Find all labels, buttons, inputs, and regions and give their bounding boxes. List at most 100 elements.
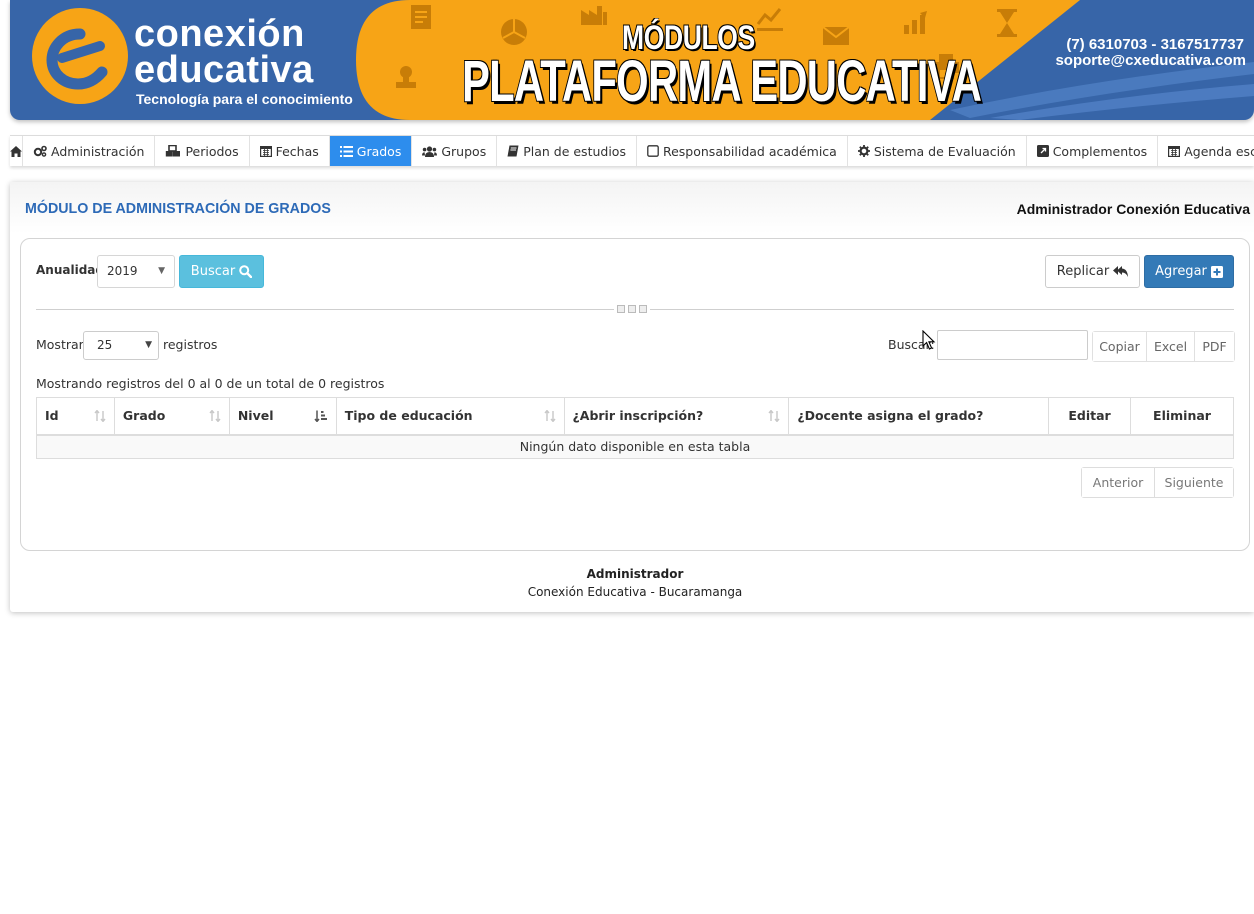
column-header-editar: Editar (1048, 397, 1131, 436)
nav-item-responsabilidad-academica[interactable]: Responsabilidad académica (637, 136, 848, 166)
brand-tagline: Tecnología para el conocimiento (136, 91, 353, 107)
plus-square-icon (1210, 265, 1223, 278)
agregar-label: Agregar (1155, 264, 1207, 279)
grados-table: Id Grado Nivel Tipo de educación ¿Abrir … (36, 397, 1235, 459)
logo-e-icon (46, 28, 108, 90)
caret-down-icon: ▼ (158, 266, 165, 276)
footer-subtitle: Conexión Educativa - Bucaramanga (527, 585, 743, 599)
book-icon (507, 145, 519, 157)
sort-icon (209, 410, 221, 422)
footer-title: Administrador (586, 567, 684, 581)
table-header-row: Id Grado Nivel Tipo de educación ¿Abrir … (36, 397, 1235, 436)
nav-item-label: Agenda escolar (1184, 143, 1254, 159)
nav-item-plan-de-estudios[interactable]: Plan de estudios (497, 136, 637, 166)
empty-table-message: Ningún dato disponible en esta tabla (36, 434, 1234, 459)
column-header-label: Nivel (237, 408, 274, 424)
mouse-cursor-icon (922, 330, 936, 350)
main-nav: Administración Periodos Fechas Grados Gr… (10, 135, 1254, 166)
mostrar-label: Mostrar (36, 337, 84, 352)
sort-icon (94, 410, 106, 422)
nav-item-label: Sistema de Evaluación (873, 143, 1016, 159)
square-icon (647, 145, 659, 157)
column-header-nivel[interactable]: Nivel (228, 397, 337, 436)
divider-dot (628, 305, 636, 313)
nav-item-label: Responsabilidad académica (662, 143, 837, 159)
nav-item-sistema-de-evaluacion[interactable]: Sistema de Evaluación (848, 136, 1027, 166)
search-input[interactable] (937, 330, 1088, 360)
divider-ornament (614, 305, 650, 314)
buscar-button[interactable]: Buscar (179, 255, 264, 288)
nav-item-agenda-escolar[interactable]: Agenda escolar (1158, 136, 1254, 166)
caret-down-icon: ▼ (145, 340, 152, 350)
copy-button[interactable]: Copiar (1093, 332, 1147, 361)
main-panel: MÓDULO DE ADMINISTRACIÓN DE GRADOS Admin… (10, 182, 1254, 612)
panel-header: MÓDULO DE ADMINISTRACIÓN DE GRADOS Admin… (10, 182, 1254, 234)
hourglass-icon (997, 9, 1017, 37)
factory-icon (581, 6, 607, 25)
nav-item-complementos[interactable]: Complementos (1027, 136, 1159, 166)
table-info: Mostrando registros del 0 al 0 de un tot… (36, 376, 385, 391)
grados-card: Anualidad 2019 ▼ Buscar Replicar Agregar… (20, 238, 1250, 551)
export-button-group: Copiar Excel PDF (1092, 331, 1235, 362)
column-header-label: ¿Abrir inscripción? (572, 408, 704, 424)
column-header-label: Id (45, 408, 59, 424)
search-icon (239, 265, 253, 278)
contact-phone: (7) 6310703 - 3167517737 (1066, 36, 1244, 53)
replicar-button[interactable]: Replicar (1045, 255, 1140, 288)
excel-button[interactable]: Excel (1147, 332, 1195, 361)
home-icon (10, 145, 22, 157)
nav-item-fechas[interactable]: Fechas (250, 136, 330, 166)
anualidad-select[interactable]: 2019 ▼ (97, 255, 175, 288)
column-header-label: Eliminar (1153, 408, 1211, 424)
nav-item-label: Fechas (275, 143, 319, 159)
buscar-label: Buscar (190, 264, 236, 279)
nav-item-administracion[interactable]: Administración (23, 136, 156, 166)
sort-icon (768, 410, 780, 422)
column-header-abrir-inscripcion[interactable]: ¿Abrir inscripción? (563, 397, 790, 436)
nav-item-label: Periodos (185, 143, 239, 159)
nav-item-label: Administración (51, 143, 145, 159)
gear-icon (857, 145, 870, 157)
users-icon (422, 145, 438, 157)
nav-item-label: Complementos (1052, 143, 1148, 159)
column-header-id[interactable]: Id (36, 397, 115, 436)
banner-plataforma-title: PLATAFORMA EDUCATIVA (462, 49, 982, 114)
cogs-icon (33, 145, 47, 157)
sort-asc-icon (314, 410, 327, 422)
nav-item-grados[interactable]: Grados (329, 136, 413, 166)
brand-name-line2: educativa (134, 49, 314, 91)
nav-item-home[interactable] (10, 136, 23, 166)
nav-item-label: Grupos (441, 143, 487, 159)
column-header-label: Tipo de educación (344, 408, 473, 424)
external-icon (1036, 145, 1049, 157)
agregar-button[interactable]: Agregar (1144, 255, 1234, 288)
column-header-docente-asigna[interactable]: ¿Docente asigna el grado? (788, 397, 1050, 436)
reply-all-icon (1113, 266, 1129, 277)
divider-dot (617, 305, 625, 313)
column-header-label: ¿Docente asigna el grado? (797, 408, 984, 424)
column-header-grado[interactable]: Grado (113, 397, 230, 436)
list-icon (339, 145, 353, 157)
user-name: Administrador Conexión Educativa (1016, 201, 1250, 217)
registros-label: registros (163, 337, 218, 352)
page-size-value: 25 (97, 338, 113, 352)
calendar-icon (1168, 146, 1181, 157)
document-icon (411, 5, 431, 29)
page-size-select[interactable]: 25 ▼ (83, 331, 159, 360)
cubes-icon (166, 145, 181, 157)
replicar-label: Replicar (1056, 264, 1110, 279)
pdf-button[interactable]: PDF (1195, 332, 1234, 361)
column-header-label: Grado (122, 408, 166, 424)
nav-item-grupos[interactable]: Grupos (412, 136, 498, 166)
column-header-label: Editar (1068, 408, 1111, 424)
nav-item-periodos[interactable]: Periodos (155, 136, 250, 166)
previous-page-button[interactable]: Anterior (1082, 468, 1155, 497)
calendar-icon (259, 146, 272, 157)
divider-dot (639, 305, 647, 313)
column-header-tipo-educacion[interactable]: Tipo de educación (335, 397, 565, 436)
bar-chart-icon (904, 11, 927, 34)
line-chart-icon (756, 8, 783, 31)
anualidad-value: 2019 (107, 264, 138, 278)
anualidad-label: Anualidad (36, 263, 104, 277)
next-page-button[interactable]: Siguiente (1155, 468, 1233, 497)
